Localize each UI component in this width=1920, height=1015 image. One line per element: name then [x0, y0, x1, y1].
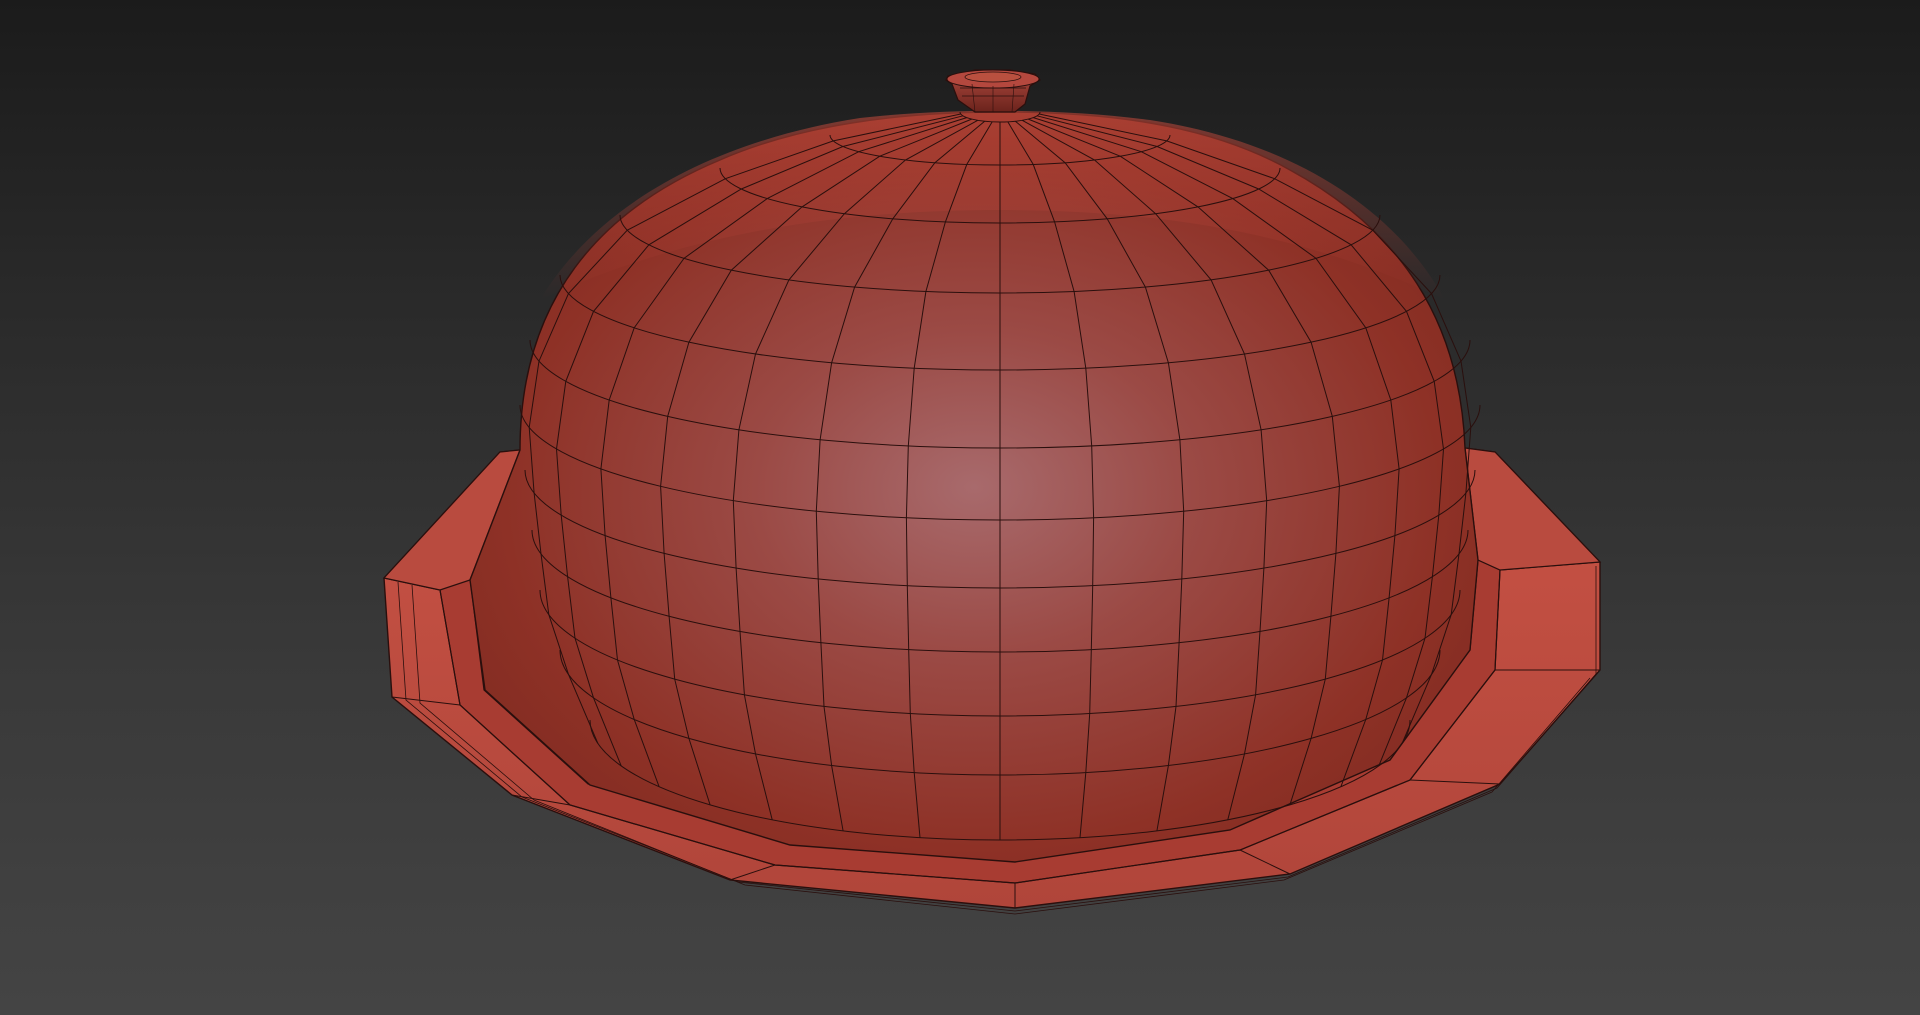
- dome: [469, 110, 1481, 863]
- 3d-viewport[interactable]: [0, 0, 1920, 1015]
- viewport-scene: [382, 69, 1602, 915]
- knob: [945, 69, 1041, 113]
